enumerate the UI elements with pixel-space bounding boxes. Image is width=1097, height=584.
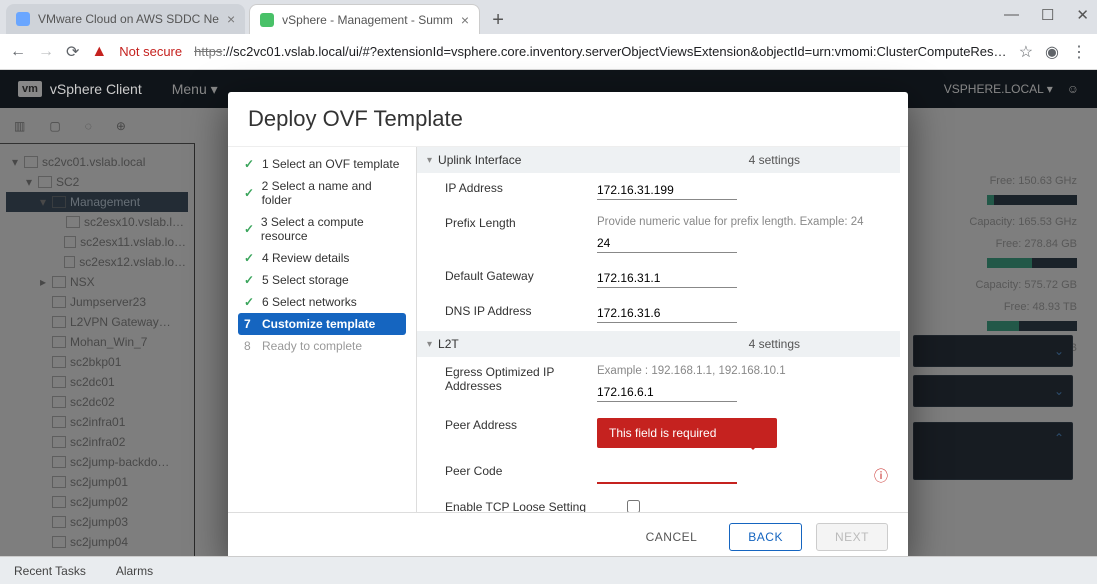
bookmark-star-icon[interactable]: ☆ bbox=[1019, 42, 1033, 62]
prefix-length-label: Prefix Length bbox=[445, 216, 585, 253]
window-controls: — ☐ ✕ bbox=[1004, 6, 1089, 24]
section-l2t[interactable]: ▾ L2T 4 settings bbox=[417, 331, 900, 357]
deploy-ovf-modal: Deploy OVF Template 1 Select an OVF temp… bbox=[228, 92, 908, 560]
warning-icon: ▲ bbox=[91, 43, 107, 61]
alarms-tab[interactable]: Alarms bbox=[116, 564, 153, 578]
chrome-menu-icon[interactable]: ⋮ bbox=[1071, 42, 1087, 62]
sso-user[interactable]: VSPHERE.LOCAL ▾ bbox=[944, 82, 1053, 96]
egress-ip-input[interactable] bbox=[597, 383, 737, 402]
close-icon[interactable]: × bbox=[219, 11, 235, 27]
close-window-button[interactable]: ✕ bbox=[1076, 6, 1089, 24]
browser-tab-1[interactable]: VMware Cloud on AWS SDDC Ne × bbox=[6, 4, 245, 34]
peer-address-label: Peer Address bbox=[445, 418, 585, 432]
brand-title: vSphere Client bbox=[50, 81, 142, 97]
wizard-step-5[interactable]: 5 Select storage bbox=[238, 269, 406, 291]
peer-code-label: Peer Code bbox=[445, 464, 585, 484]
section-uplink-interface[interactable]: ▾ Uplink Interface 4 settings bbox=[417, 147, 900, 173]
ip-address-label: IP Address bbox=[445, 181, 585, 200]
menu-dropdown[interactable]: Menu ▾ bbox=[172, 81, 218, 98]
vmware-logo: vm bbox=[18, 81, 42, 97]
favicon bbox=[16, 12, 30, 26]
url-path: ://sc2vc01.vslab.local/ui/#?extensionId=… bbox=[222, 44, 1006, 59]
minimize-button[interactable]: — bbox=[1004, 6, 1019, 24]
wizard-steps: 1 Select an OVF template 2 Select a name… bbox=[228, 147, 416, 512]
back-button[interactable]: ← bbox=[10, 43, 26, 61]
modal-footer: CANCEL BACK NEXT bbox=[228, 512, 908, 560]
bottom-panel-tabs: Recent Tasks Alarms bbox=[0, 556, 1097, 584]
tab-title: vSphere - Management - Summ bbox=[282, 13, 453, 27]
url-scheme: https bbox=[194, 44, 222, 59]
egress-ip-label: Egress Optimized IP Addresses bbox=[445, 365, 585, 402]
favicon bbox=[260, 13, 274, 27]
peer-code-input[interactable] bbox=[597, 464, 737, 484]
prefix-hint: Provide numeric value for prefix length.… bbox=[597, 216, 890, 228]
wizard-step-4[interactable]: 4 Review details bbox=[238, 247, 406, 269]
default-gateway-input[interactable] bbox=[597, 269, 737, 288]
profile-icon[interactable]: ◉ bbox=[1045, 42, 1059, 62]
chevron-down-icon: ▾ bbox=[427, 339, 432, 350]
tcp-loose-checkbox[interactable] bbox=[627, 500, 640, 512]
forward-button: → bbox=[38, 43, 54, 61]
url-field[interactable]: https://sc2vc01.vslab.local/ui/#?extensi… bbox=[194, 44, 1007, 59]
new-tab-button[interactable]: + bbox=[484, 6, 512, 34]
egress-hint: Example : 192.168.1.1, 192.168.10.1 bbox=[597, 365, 890, 377]
section-title: Uplink Interface bbox=[438, 153, 521, 167]
reload-button[interactable]: ⟳ bbox=[66, 42, 79, 62]
feedback-icon[interactable]: ☺ bbox=[1067, 82, 1079, 96]
wizard-step-6[interactable]: 6 Select networks bbox=[238, 291, 406, 313]
error-icon: ⓘ bbox=[874, 466, 888, 486]
next-button: NEXT bbox=[816, 523, 888, 551]
customize-template-form[interactable]: ▾ Uplink Interface 4 settings IP Address… bbox=[416, 147, 908, 512]
cancel-button[interactable]: CANCEL bbox=[628, 524, 716, 550]
chevron-down-icon: ▾ bbox=[427, 155, 432, 166]
dns-ip-label: DNS IP Address bbox=[445, 304, 585, 323]
browser-tab-2-active[interactable]: vSphere - Management - Summ × bbox=[249, 4, 480, 34]
dns-ip-input[interactable] bbox=[597, 304, 737, 323]
section-title: L2T bbox=[438, 337, 459, 351]
recent-tasks-tab[interactable]: Recent Tasks bbox=[14, 564, 86, 578]
back-button[interactable]: BACK bbox=[729, 523, 802, 551]
section-count: 4 settings bbox=[749, 337, 800, 351]
default-gateway-label: Default Gateway bbox=[445, 269, 585, 288]
section-count: 4 settings bbox=[749, 153, 800, 167]
validation-error-tooltip: This field is required bbox=[597, 418, 777, 448]
browser-tab-strip: VMware Cloud on AWS SDDC Ne × vSphere - … bbox=[0, 0, 1097, 34]
security-status[interactable]: Not secure bbox=[119, 44, 182, 59]
tcp-loose-label: Enable TCP Loose Setting bbox=[445, 500, 615, 512]
wizard-step-3[interactable]: 3 Select a compute resource bbox=[238, 211, 406, 247]
wizard-step-1[interactable]: 1 Select an OVF template bbox=[238, 153, 406, 175]
wizard-step-2[interactable]: 2 Select a name and folder bbox=[238, 175, 406, 211]
tab-title: VMware Cloud on AWS SDDC Ne bbox=[38, 12, 219, 26]
ip-address-input[interactable] bbox=[597, 181, 737, 200]
modal-title: Deploy OVF Template bbox=[228, 92, 908, 146]
wizard-step-7-current[interactable]: Customize template bbox=[238, 313, 406, 335]
prefix-length-input[interactable] bbox=[597, 234, 737, 253]
maximize-button[interactable]: ☐ bbox=[1041, 6, 1054, 24]
wizard-step-8: Ready to complete bbox=[238, 335, 406, 357]
close-icon[interactable]: × bbox=[453, 12, 469, 28]
address-bar: ← → ⟳ ▲ Not secure https://sc2vc01.vslab… bbox=[0, 34, 1097, 70]
